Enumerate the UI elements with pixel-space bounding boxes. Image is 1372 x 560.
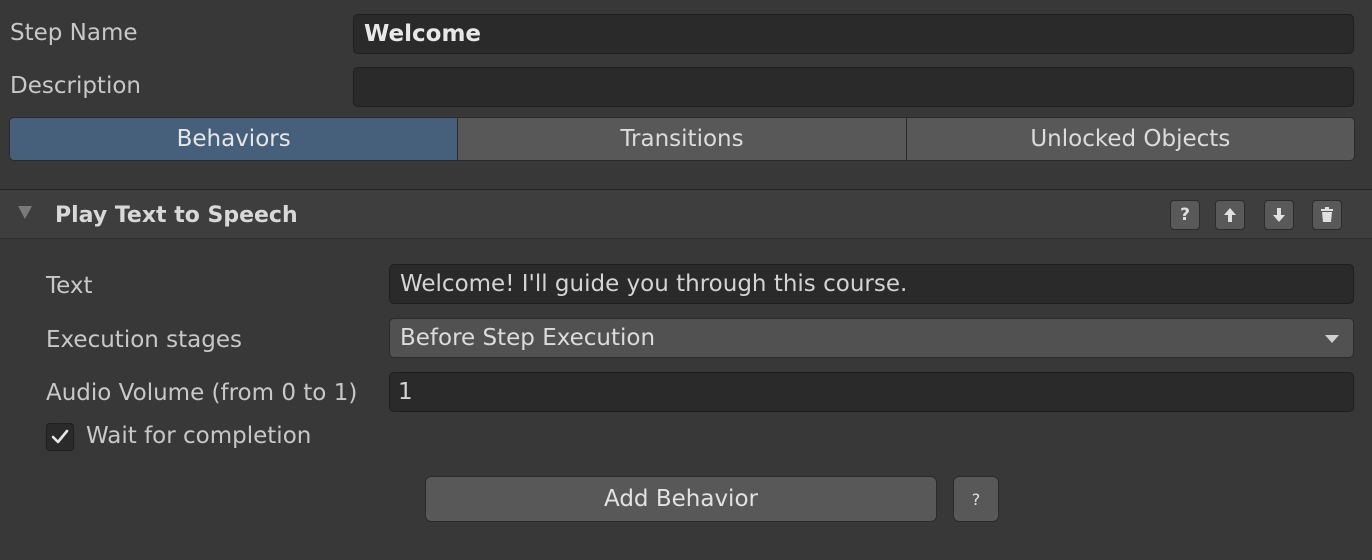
text-label: Text	[46, 273, 93, 299]
tab-unlocked-objects[interactable]: Unlocked Objects	[906, 117, 1355, 161]
description-label: Description	[10, 73, 141, 99]
trash-icon	[1321, 207, 1333, 222]
tab-bar: Behaviors Transitions Unlocked Objects	[9, 117, 1355, 161]
execution-stages-dropdown[interactable]: Before Step Execution	[389, 318, 1354, 358]
arrow-up-icon	[1224, 208, 1236, 222]
execution-stages-label: Execution stages	[46, 327, 243, 353]
foldout-triangle-icon[interactable]	[18, 206, 32, 219]
help-icon: ?	[1180, 205, 1190, 225]
text-value: Welcome! I'll guide you through this cou…	[400, 271, 908, 297]
wait-label: Wait for completion	[86, 423, 312, 449]
chevron-down-icon	[1325, 335, 1339, 343]
step-name-label: Step Name	[10, 20, 138, 46]
add-behavior-button[interactable]: Add Behavior	[425, 476, 937, 522]
behavior-title: Play Text to Speech	[55, 203, 298, 228]
step-name-value: Welcome	[364, 21, 482, 47]
arrow-down-icon	[1273, 208, 1285, 222]
help-button[interactable]: ?	[1170, 200, 1200, 230]
audio-volume-input[interactable]: 1	[389, 372, 1354, 412]
tab-behaviors[interactable]: Behaviors	[9, 117, 459, 161]
audio-volume-value: 1	[398, 379, 413, 405]
add-behavior-help-button[interactable]: ?	[953, 476, 999, 522]
text-input[interactable]: Welcome! I'll guide you through this cou…	[389, 264, 1354, 304]
move-down-button[interactable]	[1264, 200, 1294, 230]
audio-volume-label-clip: Audio Volume (from 0 to 1)	[46, 382, 387, 410]
description-input[interactable]	[353, 67, 1354, 107]
wait-checkbox[interactable]	[46, 423, 74, 451]
delete-button[interactable]	[1312, 200, 1342, 230]
audio-volume-label: Audio Volume (from 0 to 1)	[46, 382, 358, 406]
step-name-input[interactable]: Welcome	[353, 14, 1354, 54]
checkmark-icon	[51, 429, 69, 444]
tab-transitions[interactable]: Transitions	[458, 117, 907, 161]
execution-stages-value: Before Step Execution	[400, 325, 656, 351]
help-icon: ?	[971, 489, 981, 509]
move-up-button[interactable]	[1215, 200, 1245, 230]
